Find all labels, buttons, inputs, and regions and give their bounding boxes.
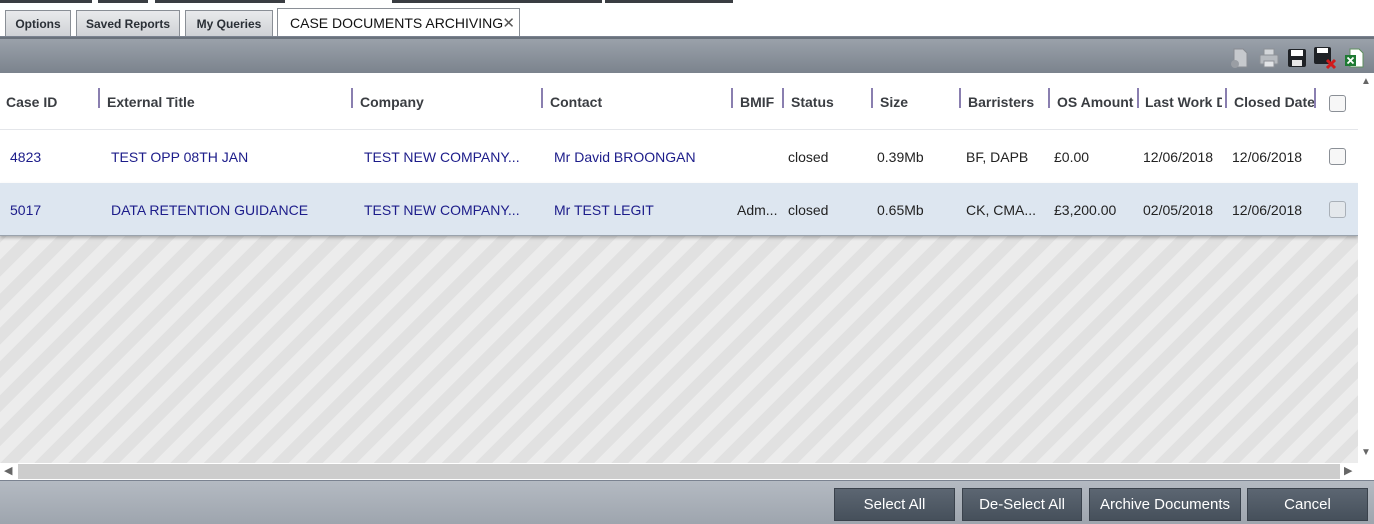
row-select-checkbox[interactable] [1329, 201, 1346, 218]
scrollbar-corner [1358, 463, 1374, 480]
column-resize-handle[interactable] [1048, 88, 1050, 108]
top-strip-segment [392, 0, 602, 3]
cell-external-title[interactable]: DATA RETENTION GUIDANCE [111, 183, 347, 236]
column-header-status[interactable]: Status [791, 73, 869, 130]
horizontal-scrollbar[interactable]: ◀ ▶ [0, 463, 1358, 480]
column-header-os-amount[interactable]: OS Amount [1057, 73, 1135, 130]
deselect-all-button[interactable]: De-Select All [962, 488, 1082, 521]
tab-bar: Options Saved Reports My Queries CASE DO… [0, 4, 1374, 37]
column-resize-handle[interactable] [541, 88, 543, 108]
cell-os-amount: £0.00 [1054, 148, 1090, 165]
save-and-close-icon[interactable] [1313, 46, 1337, 70]
column-header-closed-date[interactable]: Closed Date [1234, 73, 1314, 130]
cell-status: closed [788, 201, 829, 218]
cell-bmif [737, 130, 783, 183]
cell-case-id[interactable]: 4823 [10, 130, 98, 183]
column-resize-handle[interactable] [1225, 88, 1227, 108]
cell-closed-date: 12/06/2018 [1232, 201, 1303, 218]
column-header-bmif[interactable]: BMIF [740, 73, 780, 130]
export-excel-icon[interactable] [1342, 46, 1366, 70]
cell-last-work-date: 12/06/2018 [1143, 148, 1214, 165]
row-select-checkbox[interactable] [1329, 148, 1346, 165]
select-all-button[interactable]: Select All [834, 488, 955, 521]
select-all-checkbox[interactable] [1329, 95, 1346, 112]
column-header-company[interactable]: Company [360, 73, 538, 130]
column-resize-handle[interactable] [959, 88, 961, 108]
new-document-icon[interactable] [1228, 46, 1252, 70]
cell-closed-date: 12/06/2018 [1232, 148, 1303, 165]
cell-size: 0.65Mb [877, 201, 924, 218]
scroll-right-icon[interactable]: ▶ [1344, 464, 1352, 477]
cell-last-work-date: 02/05/2018 [1143, 201, 1214, 218]
column-header-case-id[interactable]: Case ID [6, 73, 96, 130]
column-resize-handle[interactable] [1314, 88, 1316, 108]
column-resize-handle[interactable] [782, 88, 784, 108]
cell-case-id[interactable]: 5017 [10, 183, 98, 236]
column-header-external-title[interactable]: External Title [107, 73, 347, 130]
cancel-button[interactable]: Cancel [1247, 488, 1368, 521]
tab-options[interactable]: Options [5, 10, 71, 36]
table-row[interactable]: 5017 DATA RETENTION GUIDANCE TEST NEW CO… [0, 183, 1358, 236]
tab-saved-reports[interactable]: Saved Reports [76, 10, 180, 36]
cell-barristers: BF, DAPB [966, 148, 1029, 165]
column-resize-handle[interactable] [351, 88, 353, 108]
grid-header: Case ID External Title Company Contact B… [0, 73, 1358, 130]
column-header-contact[interactable]: Contact [550, 73, 728, 130]
horizontal-scroll-thumb[interactable] [18, 464, 1340, 479]
tab-my-queries[interactable]: My Queries [185, 10, 273, 36]
app-window: Options Saved Reports My Queries CASE DO… [0, 0, 1374, 524]
scroll-up-icon[interactable]: ▲ [1361, 76, 1371, 87]
tab-case-documents-archiving[interactable]: CASE DOCUMENTS ARCHIVING ✕ [277, 8, 520, 36]
top-strip-segment [98, 0, 148, 3]
top-strip-segment [0, 0, 92, 3]
cell-contact[interactable]: Mr David BROONGAN [554, 130, 726, 183]
column-resize-handle[interactable] [1137, 88, 1139, 108]
column-header-size[interactable]: Size [880, 73, 956, 130]
scroll-down-icon[interactable]: ▼ [1361, 447, 1371, 458]
cell-status: closed [788, 148, 829, 165]
top-strip-segment [155, 0, 285, 3]
column-resize-handle[interactable] [731, 88, 733, 108]
cell-company[interactable]: TEST NEW COMPANY... [364, 183, 534, 236]
cell-company[interactable]: TEST NEW COMPANY... [364, 130, 534, 183]
column-header-barristers[interactable]: Barristers [968, 73, 1046, 130]
archive-documents-button[interactable]: Archive Documents [1089, 488, 1241, 521]
close-tab-icon[interactable]: ✕ [502, 14, 515, 32]
cell-bmif: Adm... [737, 201, 778, 218]
tab-label: CASE DOCUMENTS ARCHIVING [290, 14, 504, 31]
case-documents-grid: Case ID External Title Company Contact B… [0, 73, 1358, 463]
cell-external-title[interactable]: TEST OPP 08TH JAN [111, 130, 347, 183]
footer-bar: Select All De-Select All Archive Documen… [0, 480, 1374, 524]
top-strip-segment [605, 0, 733, 3]
cell-contact[interactable]: Mr TEST LEGIT [554, 183, 726, 236]
scroll-left-icon[interactable]: ◀ [4, 464, 12, 477]
save-icon[interactable] [1285, 46, 1309, 70]
column-header-last-work-date[interactable]: Last Work D [1145, 73, 1222, 130]
print-icon[interactable] [1257, 46, 1281, 70]
cell-size: 0.39Mb [877, 148, 924, 165]
cell-os-amount: £3,200.00 [1054, 201, 1117, 218]
toolbar [0, 37, 1374, 73]
column-resize-handle[interactable] [98, 88, 100, 108]
cell-barristers: CK, CMA... [966, 201, 1037, 218]
vertical-scrollbar[interactable]: ▲ ▼ [1358, 73, 1374, 463]
table-row[interactable]: 4823 TEST OPP 08TH JAN TEST NEW COMPANY.… [0, 130, 1358, 183]
column-resize-handle[interactable] [871, 88, 873, 108]
